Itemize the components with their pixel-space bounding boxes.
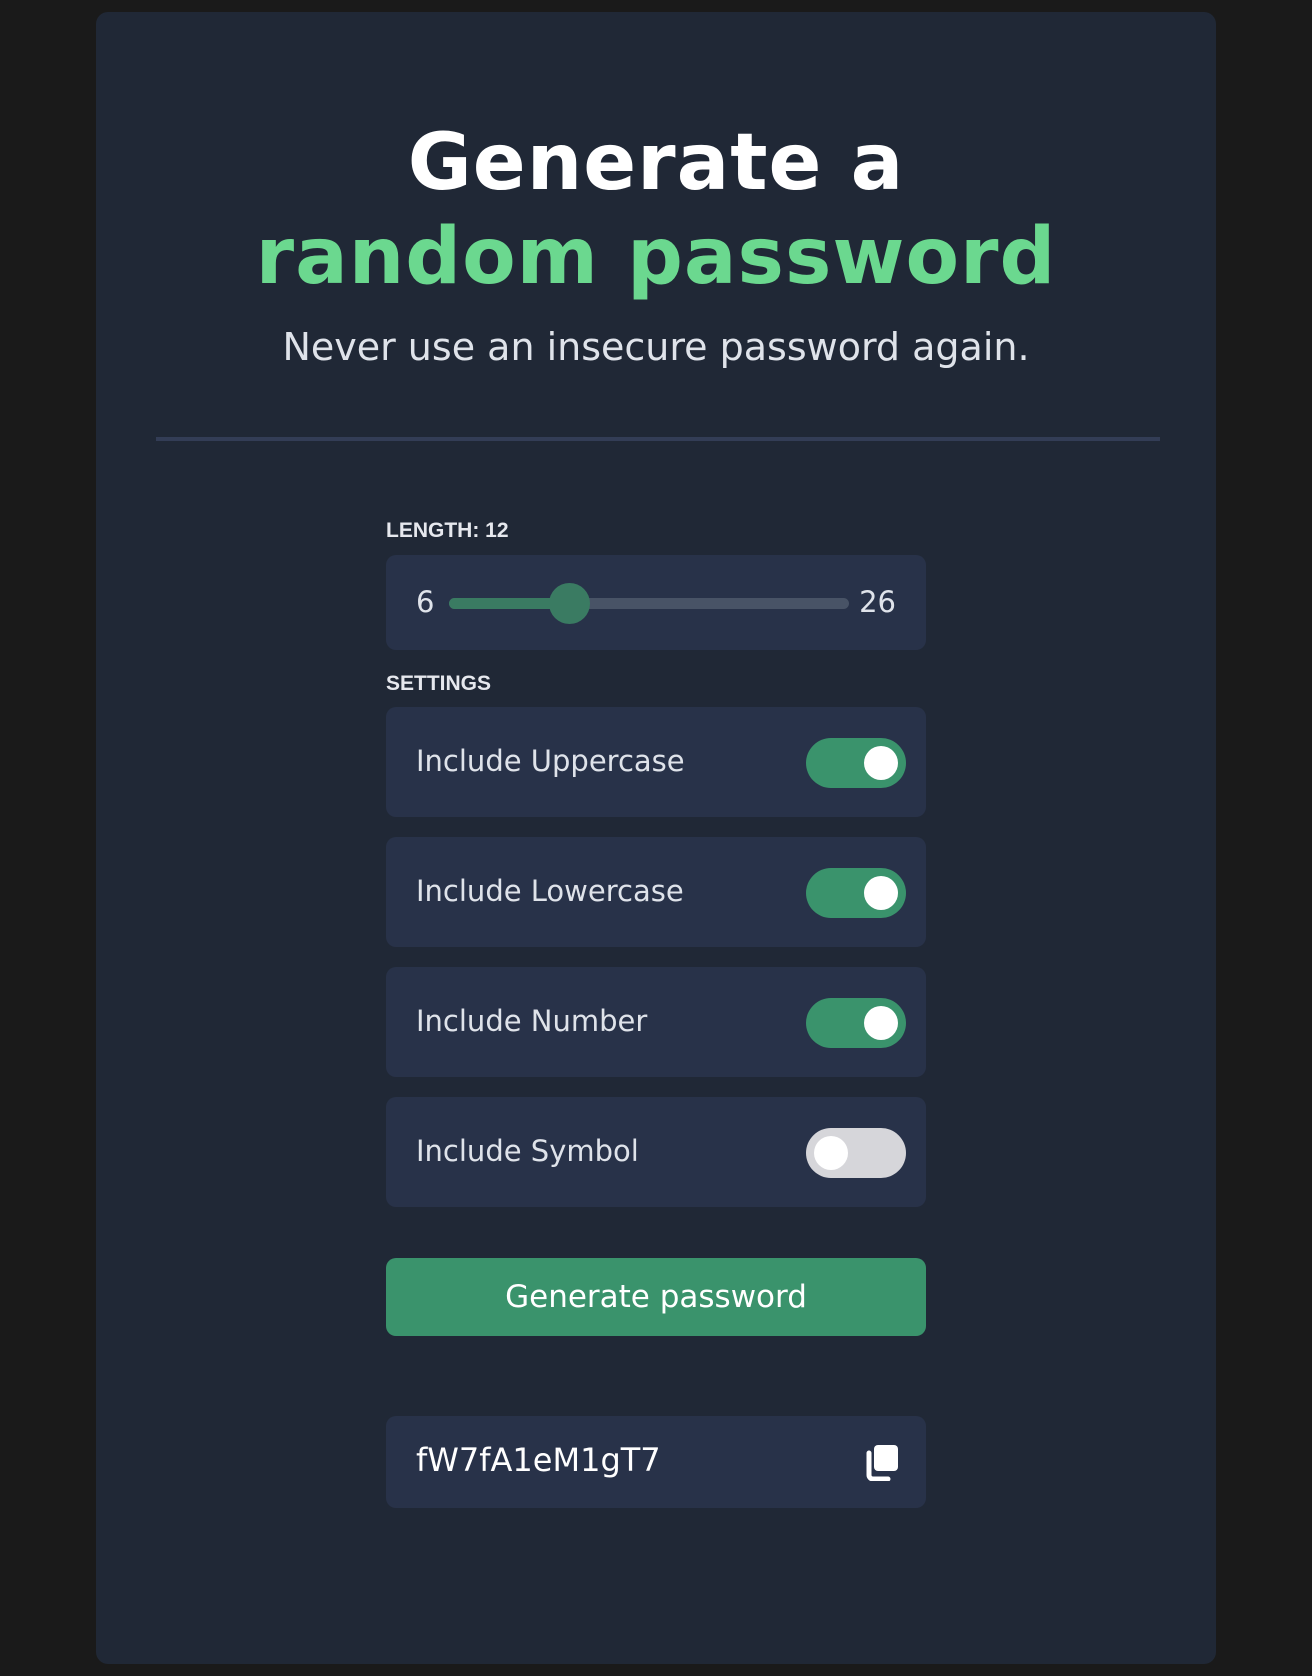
divider — [156, 437, 1160, 441]
toggle-knob — [864, 1006, 898, 1040]
generator-card: Generate a random password Never use an … — [96, 12, 1216, 1664]
toggle-knob — [864, 876, 898, 910]
copy-icon[interactable] — [866, 1443, 900, 1482]
setting-row-uppercase: Include Uppercase — [386, 707, 926, 817]
slider-thumb[interactable] — [549, 583, 590, 624]
generated-password: fW7fA1eM1gT7 — [416, 1441, 661, 1479]
symbol-toggle[interactable] — [806, 1128, 906, 1178]
setting-label-number: Include Number — [416, 1004, 648, 1038]
slider-min-label: 6 — [416, 585, 435, 619]
slider-max-label: 26 — [859, 585, 896, 619]
length-slider-panel: 6 26 — [386, 555, 926, 650]
uppercase-toggle[interactable] — [806, 738, 906, 788]
number-toggle[interactable] — [806, 998, 906, 1048]
toggle-knob — [814, 1136, 848, 1170]
password-output: fW7fA1eM1gT7 — [386, 1416, 926, 1508]
setting-label-uppercase: Include Uppercase — [416, 744, 685, 778]
setting-row-symbol: Include Symbol — [386, 1097, 926, 1207]
length-slider[interactable] — [449, 583, 849, 624]
page-subtitle: Never use an insecure password again. — [282, 325, 1030, 369]
settings-label: SETTINGS — [386, 672, 492, 695]
setting-label-symbol: Include Symbol — [416, 1134, 639, 1168]
page-title: Generate a — [407, 118, 905, 208]
length-label: LENGTH: 12 — [386, 519, 509, 542]
setting-label-lowercase: Include Lowercase — [416, 874, 684, 908]
generate-password-button[interactable]: Generate password — [386, 1258, 926, 1336]
toggle-knob — [864, 746, 898, 780]
setting-row-lowercase: Include Lowercase — [386, 837, 926, 947]
lowercase-toggle[interactable] — [806, 868, 906, 918]
setting-row-number: Include Number — [386, 967, 926, 1077]
page-title-highlight: random password — [255, 212, 1057, 302]
